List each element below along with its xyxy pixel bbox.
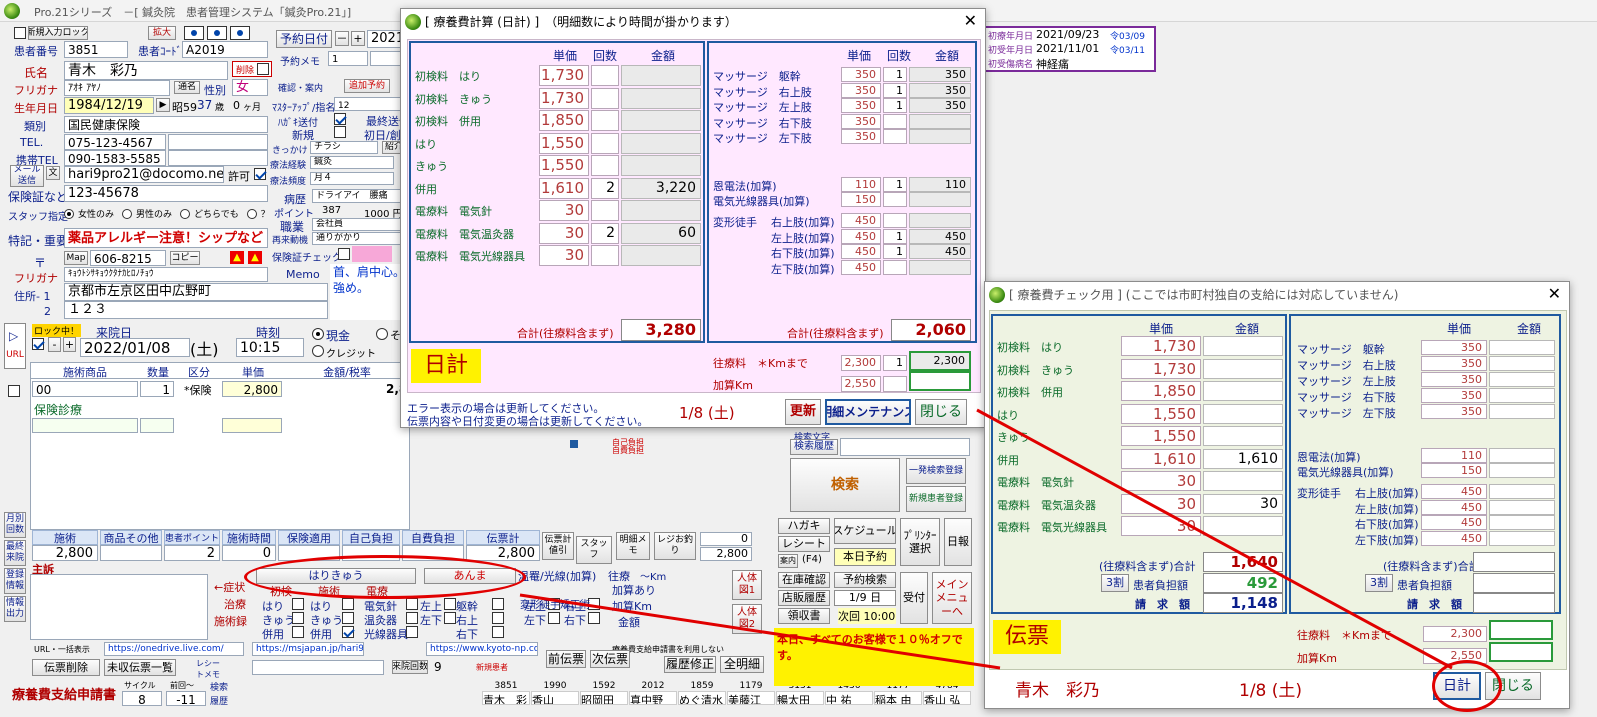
arrow-line-2 bbox=[519, 593, 1001, 670]
annotation-arrows bbox=[519, 408, 1453, 670]
arrow-line-1 bbox=[976, 408, 1453, 670]
